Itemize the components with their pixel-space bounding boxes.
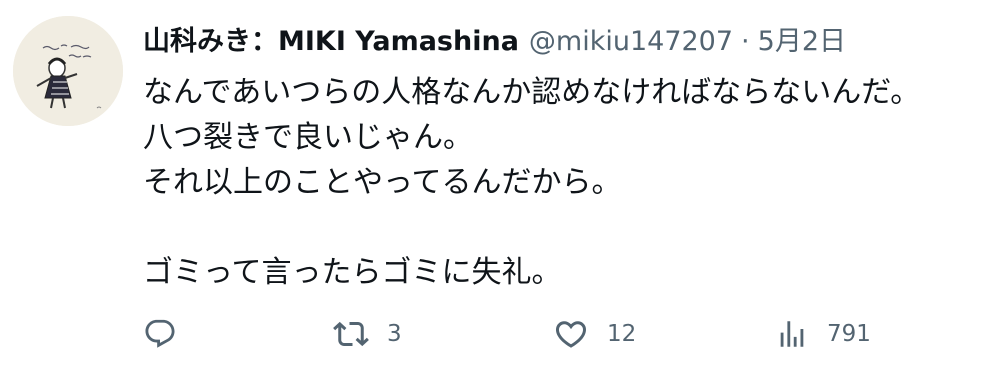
views-icon bbox=[775, 317, 809, 351]
like-button[interactable]: 12 bbox=[553, 312, 636, 356]
views-button[interactable]: 791 bbox=[775, 312, 871, 356]
tweet-text-line: それ以上のことやってるんだから。 bbox=[143, 165, 622, 200]
tweet-text-line: なんであいつらの人格なんか認めなければならないんだ。 bbox=[143, 75, 921, 110]
retweet-icon bbox=[333, 316, 369, 352]
views-count: 791 bbox=[827, 321, 871, 347]
reply-icon bbox=[143, 317, 177, 351]
retweet-button[interactable]: 3 bbox=[333, 312, 402, 356]
tweet-text: なんであいつらの人格なんか認めなければならないんだ。 八つ裂きで良いじゃん。 そ… bbox=[143, 70, 983, 295]
tweet-text-line: ゴミって言ったらゴミに失礼。 bbox=[143, 255, 562, 290]
heart-icon bbox=[553, 316, 589, 352]
tweet: 山科みき：MIKI Yamashina @mikiu147207 · 5月2日 … bbox=[0, 0, 994, 367]
like-count: 12 bbox=[607, 321, 637, 347]
retweet-count: 3 bbox=[387, 321, 402, 347]
display-name[interactable]: 山科みき：MIKI Yamashina bbox=[143, 20, 519, 64]
separator-dot: · bbox=[741, 26, 750, 57]
user-handle[interactable]: @mikiu147207 bbox=[529, 20, 733, 64]
action-bar: 3 12 791 bbox=[143, 312, 963, 356]
avatar-illustration bbox=[13, 16, 123, 126]
avatar[interactable] bbox=[13, 16, 123, 126]
tweet-text-line: 八つ裂きで良いじゃん。 bbox=[143, 120, 473, 155]
reply-button[interactable] bbox=[143, 312, 177, 356]
tweet-text-line bbox=[143, 205, 983, 250]
tweet-header: 山科みき：MIKI Yamashina @mikiu147207 · 5月2日 bbox=[143, 20, 846, 64]
tweet-date[interactable]: 5月2日 bbox=[758, 20, 846, 64]
